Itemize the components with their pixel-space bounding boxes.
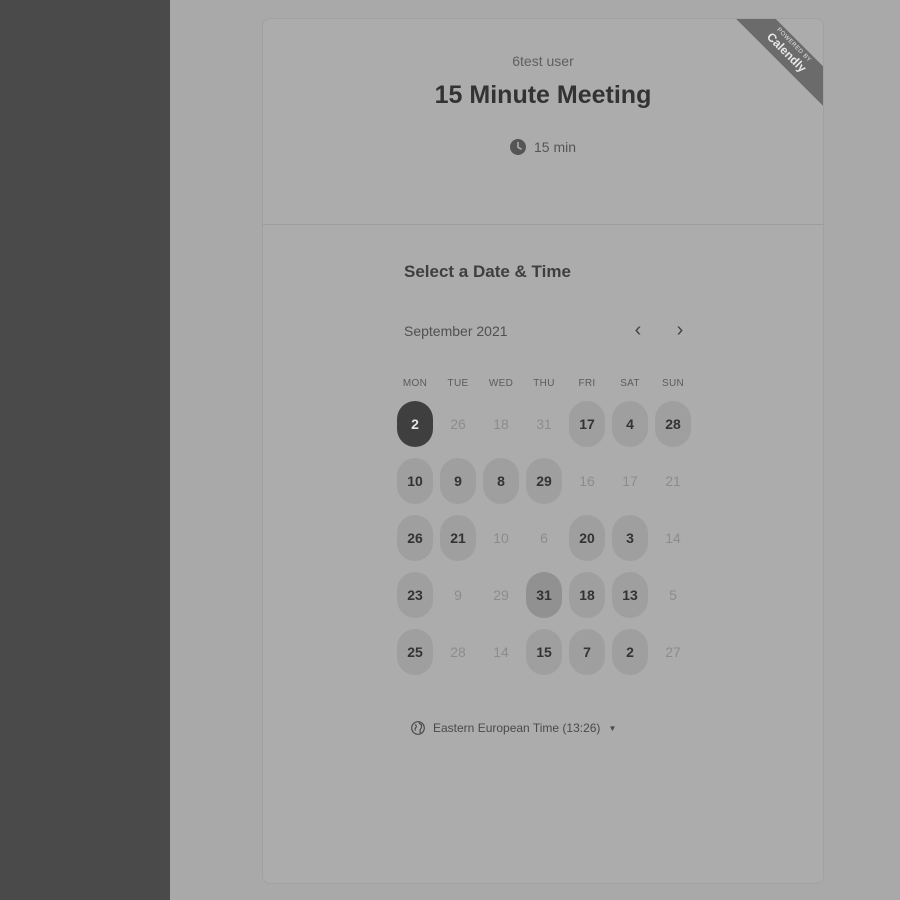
booking-card: 6test user 15 Minute Meeting 15 min POWE…: [262, 18, 824, 884]
weekday-label: SUN: [661, 378, 684, 389]
next-month-button[interactable]: ›: [667, 317, 693, 343]
previous-month-button[interactable]: ‹: [625, 317, 651, 343]
timezone-selector[interactable]: Eastern European Time (13:26) ▼: [411, 721, 616, 735]
calendar-day-button[interactable]: 31: [526, 572, 562, 618]
calendar-day-unavailable: 21: [665, 473, 681, 489]
weekday-label: TUE: [447, 378, 469, 389]
calendar-day-unavailable: 28: [450, 644, 466, 660]
caret-down-icon: ▼: [608, 723, 617, 733]
calendar-day-button[interactable]: 17: [569, 401, 605, 447]
calendar-day-unavailable: 31: [536, 416, 552, 432]
calendar-day-button[interactable]: 29: [526, 458, 562, 504]
calendar-day-unavailable: 27: [665, 644, 681, 660]
calendar-day-unavailable: 26: [450, 416, 466, 432]
clock-icon: [509, 139, 526, 155]
calendar-day-button[interactable]: 9: [440, 458, 476, 504]
calendar-day-button[interactable]: 21: [440, 515, 476, 561]
globe-icon: [411, 721, 425, 735]
weekday-label: THU: [533, 378, 555, 389]
weekday-label: MON: [402, 378, 428, 389]
calendar-day-unavailable: 29: [493, 587, 509, 603]
event-title: 15 Minute Meeting: [434, 81, 652, 109]
calendar-day-button[interactable]: 3: [612, 515, 648, 561]
calendar-day-button[interactable]: 4: [612, 401, 648, 447]
calendar-day-button[interactable]: 28: [655, 401, 691, 447]
event-header: 6test user 15 Minute Meeting 15 min: [263, 19, 823, 225]
calendar-day-button[interactable]: 13: [612, 572, 648, 618]
calendar-day-button[interactable]: 26: [397, 515, 433, 561]
calendar-day-button[interactable]: 20: [569, 515, 605, 561]
timezone-label: Eastern European Time (13:26): [433, 721, 601, 735]
calendar-day-unavailable: 17: [622, 473, 638, 489]
chevron-left-icon: ‹: [634, 318, 642, 341]
calendar-day-button[interactable]: 15: [526, 629, 562, 675]
calendar-day-unavailable: 5: [669, 587, 677, 603]
calendar-day-unavailable: 9: [454, 587, 462, 603]
calendar-day-button[interactable]: 18: [569, 572, 605, 618]
calendar-day-button[interactable]: 7: [569, 629, 605, 675]
left-sidebar: [0, 0, 170, 900]
weekday-label: SAT: [620, 378, 640, 389]
calendar-day-unavailable: 14: [665, 530, 681, 546]
weekday-label: WED: [488, 378, 514, 389]
calendar-day-unavailable: 16: [579, 473, 595, 489]
weekday-label: FRI: [578, 378, 596, 389]
calendar-day-button[interactable]: 2: [397, 401, 433, 447]
host-name: 6test user: [512, 53, 574, 69]
chevron-right-icon: ›: [676, 318, 684, 341]
calendar-day-unavailable: 6: [540, 530, 548, 546]
calendar-day-button[interactable]: 25: [397, 629, 433, 675]
calendar-day-button[interactable]: 2: [612, 629, 648, 675]
calendar-day-unavailable: 18: [493, 416, 509, 432]
event-duration: 15 min: [263, 139, 823, 155]
month-label: September 2021: [404, 323, 508, 339]
calendar-day-unavailable: 10: [493, 530, 509, 546]
duration-label: 15 min: [533, 139, 577, 155]
calendar-day-button[interactable]: 23: [397, 572, 433, 618]
calendar-day-button[interactable]: 10: [397, 458, 433, 504]
calendar-day-button[interactable]: 8: [483, 458, 519, 504]
section-title: Select a Date & Time: [404, 262, 571, 281]
calendar-day-unavailable: 14: [493, 644, 509, 660]
